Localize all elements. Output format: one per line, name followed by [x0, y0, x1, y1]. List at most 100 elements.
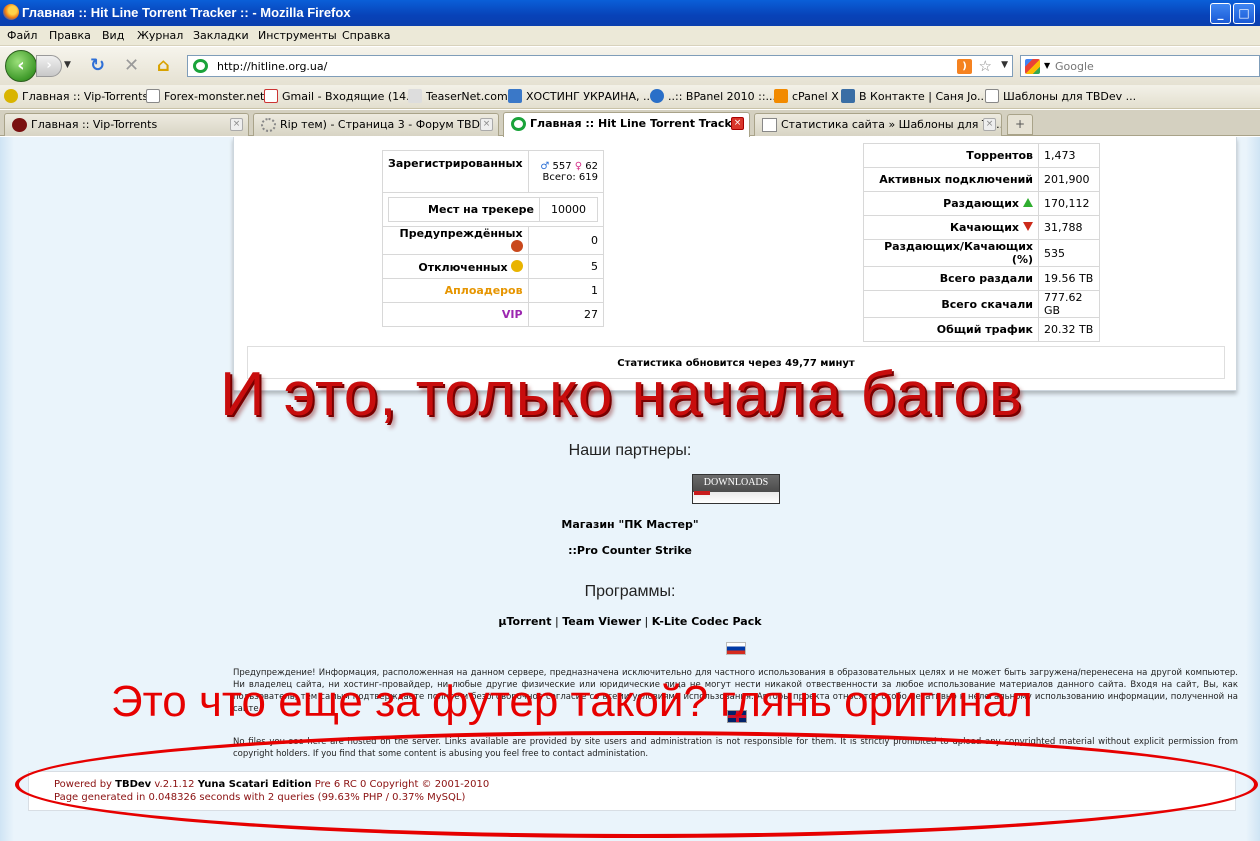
total-users: Всего: 619: [542, 171, 598, 183]
capacity-row-wrapper: Мест на трекере 10000: [382, 192, 604, 227]
registered-label: Зарегистрированных: [382, 150, 529, 193]
registered-values: ♂ 557 ♀ 62 Всего: 619: [527, 150, 605, 193]
partner-link-pro-counter-strike[interactable]: ::Pro Counter Strike: [0, 544, 1260, 557]
reload-icon[interactable]: ↻: [90, 56, 105, 76]
torrents-label: Торрентов: [863, 143, 1039, 168]
downloads-banner[interactable]: DOWNLOADS: [692, 474, 780, 504]
male-icon: ♂: [540, 160, 550, 172]
torrents-row: Торрентов 1,473: [863, 143, 1100, 168]
left-page-gradient: [0, 137, 14, 841]
page-icon: [985, 89, 999, 103]
disabled-label: Отключенных: [418, 260, 508, 274]
tab-strip: Главная :: Vip-Torrents × Rip тем) - Стр…: [0, 110, 1260, 137]
total-downloaded-row: Всего скачали 777.62 GB: [863, 290, 1100, 318]
program-link-team-viewer[interactable]: Team Viewer: [562, 615, 641, 628]
firefox-icon: [3, 4, 19, 20]
ratio-value: 535: [1038, 239, 1100, 267]
bookmark-cpanel[interactable]: cPanel X: [774, 89, 839, 105]
stats-panel: Зарегистрированных ♂ 557 ♀ 62 Всего: 619…: [233, 137, 1237, 391]
url-dropdown-icon[interactable]: ▼: [1001, 60, 1008, 70]
tab-close-icon[interactable]: ×: [230, 118, 243, 131]
minimize-button[interactable]: _: [1210, 3, 1231, 24]
female-icon: ♀: [574, 160, 583, 172]
forward-arrow-icon[interactable]: ›: [36, 55, 62, 77]
tab-close-icon[interactable]: ×: [731, 117, 744, 130]
warned-label: Предупреждённых: [399, 227, 523, 240]
history-dropdown-icon[interactable]: ▼: [64, 60, 71, 70]
active-connections-label: Активных подключений: [863, 167, 1039, 192]
vip-label: VIP: [382, 302, 529, 327]
google-icon[interactable]: [1025, 59, 1040, 74]
capacity-label: Мест на трекере: [388, 197, 540, 222]
active-connections-row: Активных подключений 201,900: [863, 167, 1100, 192]
new-tab-button[interactable]: +: [1007, 114, 1033, 135]
home-icon[interactable]: ⌂: [157, 56, 170, 76]
disabled-row: Отключенных 5: [382, 254, 605, 279]
tab-favicon-icon: [511, 117, 526, 131]
partner-link-pc-master[interactable]: Магазин "ПК Мастер": [0, 518, 1260, 531]
bookmark-teasernet[interactable]: TeaserNet.com: [408, 89, 508, 105]
menu-tools[interactable]: Инструменты: [258, 29, 337, 42]
downloads-banner-label: DOWNLOADS: [703, 477, 769, 488]
tab-close-icon[interactable]: ×: [983, 118, 996, 131]
search-input[interactable]: [1055, 58, 1250, 74]
total-uploaded-row: Всего раздали 19.56 TB: [863, 266, 1100, 291]
vip-icon: [4, 89, 18, 103]
seeders-row: Раздающих 170,112: [863, 191, 1100, 216]
total-uploaded-label: Всего раздали: [863, 266, 1039, 291]
page-viewport: Зарегистрированных ♂ 557 ♀ 62 Всего: 619…: [0, 137, 1260, 841]
menu-view[interactable]: Вид: [102, 29, 124, 42]
male-count: 557: [552, 160, 572, 172]
russian-flag-icon[interactable]: [726, 642, 746, 655]
bookmark-gmail[interactable]: Gmail - Входящие (14...: [264, 89, 417, 105]
url-text[interactable]: http://hitline.org.ua/: [217, 60, 327, 73]
back-arrow-icon[interactable]: ‹: [5, 50, 37, 82]
stop-icon[interactable]: ✕: [124, 56, 139, 76]
menu-history[interactable]: Журнал: [137, 29, 183, 42]
menu-help[interactable]: Справка: [342, 29, 390, 42]
tab-tbdev-forum[interactable]: Rip тем) - Страница 3 - Форум TBDev ×: [253, 113, 499, 136]
tab-site-statistics[interactable]: Статистика сайта » Шаблоны для ТВ... ×: [754, 113, 1002, 136]
bookmark-vkontakte[interactable]: В Контакте | Саня Jo...: [841, 89, 987, 105]
bookmark-forex-monster[interactable]: Forex-monster.net: [146, 89, 264, 105]
maximize-button[interactable]: □: [1233, 3, 1255, 24]
bookmark-bpanel[interactable]: ..:: BPanel 2010 ::...: [650, 89, 776, 105]
rss-icon[interactable]: ): [957, 59, 972, 74]
address-bar[interactable]: http://hitline.org.ua/ ) ☆ ▼: [187, 55, 1013, 77]
active-connections-value: 201,900: [1038, 167, 1100, 192]
ratio-label: Раздающих/Качающих (%): [863, 239, 1039, 267]
right-page-gradient: [1246, 137, 1260, 841]
menu-bookmarks[interactable]: Закладки: [193, 29, 249, 42]
bookmark-vip-torrents[interactable]: Главная :: Vip-Torrents: [4, 89, 148, 105]
star-icon[interactable]: ☆: [979, 57, 992, 75]
ratio-row: Раздающих/Качающих (%) 535: [863, 239, 1100, 267]
menu-edit[interactable]: Правка: [49, 29, 91, 42]
vkontakte-icon: [841, 89, 855, 103]
vip-row: VIP 27: [382, 302, 605, 327]
total-traffic-value: 20.32 TB: [1038, 317, 1100, 342]
menu-file[interactable]: Файл: [7, 29, 37, 42]
uploaders-row: Аплоадеров 1: [382, 278, 605, 303]
tab-close-icon[interactable]: ×: [480, 118, 493, 131]
search-bar[interactable]: ▼: [1020, 55, 1260, 77]
hosting-icon: [508, 89, 522, 103]
tab-hitline[interactable]: Главная :: Hit Line Torrent Track... ×: [503, 112, 750, 137]
search-engine-dropdown-icon[interactable]: ▼: [1044, 61, 1050, 70]
total-traffic-row: Общий трафик 20.32 TB: [863, 317, 1100, 342]
total-uploaded-value: 19.56 TB: [1038, 266, 1100, 291]
annotation-bottom: Это что еще за футер такой? глянь оригин…: [111, 677, 1033, 726]
bookmark-tbdev-templates[interactable]: Шаблоны для TBDev ...: [985, 89, 1136, 105]
tab-favicon-icon: [12, 118, 27, 132]
program-link-k-lite[interactable]: K-Lite Codec Pack: [652, 615, 762, 628]
bookmark-hosting-ukraine[interactable]: ХОСТИНГ УКРАИНА, ...: [508, 89, 653, 105]
cpanel-icon: [774, 89, 788, 103]
program-link-utorrent[interactable]: µTorrent: [498, 615, 551, 628]
separator: |: [555, 615, 559, 628]
torrent-stats-table: Торрентов 1,473 Активных подключений 201,9…: [863, 143, 1100, 342]
annotation-ellipse: [15, 731, 1258, 838]
partners-title: Наши партнеры:: [568, 442, 692, 459]
page-icon: [146, 89, 160, 103]
bookmarks-toolbar: Главная :: Vip-Torrents Forex-monster.ne…: [0, 85, 1260, 109]
title-bar: Главная :: Hit Line Torrent Tracker :: -…: [0, 0, 1260, 26]
tab-vip-torrents[interactable]: Главная :: Vip-Torrents ×: [4, 113, 249, 136]
